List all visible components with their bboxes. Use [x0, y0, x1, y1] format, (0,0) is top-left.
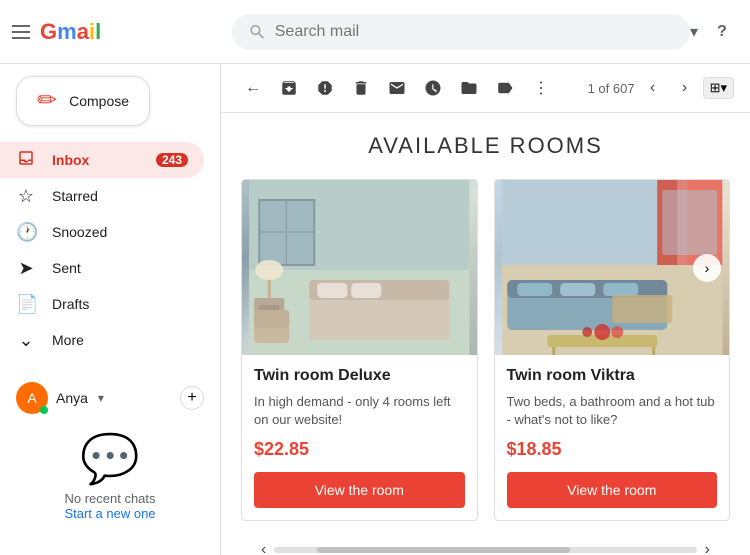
scrollbar-track[interactable] — [274, 547, 696, 553]
search-dropdown-icon[interactable]: ▾ — [690, 22, 698, 42]
more-icon: ⌄ — [16, 330, 36, 351]
rooms-grid: Twin room Deluxe In high demand - only 4… — [241, 179, 730, 521]
sent-label: Sent — [52, 260, 188, 276]
search-input[interactable] — [275, 23, 674, 41]
room-name-1: Twin room Deluxe — [254, 367, 465, 385]
report-button[interactable] — [309, 72, 341, 104]
inbox-badge: 243 — [156, 153, 188, 167]
sidebar-item-starred[interactable]: ☆ Starred — [0, 178, 204, 214]
room-card-1: Twin room Deluxe In high demand - only 4… — [241, 179, 478, 521]
star-icon: ☆ — [16, 186, 36, 207]
compose-plus-icon: ✏ — [37, 89, 57, 113]
sidebar-item-snoozed[interactable]: 🕐 Snoozed — [0, 214, 204, 250]
topbar-left: Gmail — [12, 19, 232, 45]
room-desc-1: In high demand - only 4 rooms left on ou… — [254, 393, 465, 429]
archive-button[interactable] — [273, 72, 305, 104]
room-info-1: Twin room Deluxe In high demand - only 4… — [242, 355, 477, 520]
scroll-right-button[interactable]: › — [705, 541, 710, 555]
start-new-chat-link[interactable]: Start a new one — [16, 506, 204, 521]
scrollbar-section: ‹ › — [241, 541, 730, 555]
topbar-right: ▾ ? — [690, 16, 738, 48]
sidebar-item-sent[interactable]: ➤ Sent — [0, 250, 204, 286]
scroll-left-button[interactable]: ‹ — [261, 541, 266, 555]
back-button[interactable]: ← — [237, 72, 269, 104]
starred-label: Starred — [52, 188, 188, 204]
next-page-button[interactable]: › — [671, 74, 699, 102]
sidebar: ✏ Compose Inbox 243 ☆ Starred 🕐 Snoozed … — [0, 64, 220, 555]
help-button[interactable]: ? — [706, 16, 738, 48]
avatar-section: A Anya ▾ + — [0, 374, 220, 422]
inbox-label: Inbox — [52, 152, 140, 168]
drafts-label: Drafts — [52, 296, 188, 312]
room-image-1 — [242, 180, 477, 355]
snoozed-label: Snoozed — [52, 224, 188, 240]
room-photo-1 — [242, 180, 477, 355]
compose-button[interactable]: ✏ Compose — [16, 76, 150, 126]
view-room-button-2[interactable]: View the room — [507, 472, 718, 508]
send-icon: ➤ — [16, 258, 36, 279]
pagination: 1 of 607 ‹ › ⊞▾ — [588, 74, 734, 102]
prev-page-button[interactable]: ‹ — [639, 74, 667, 102]
available-rooms-title: AVAILABLE ROOMS — [241, 133, 730, 159]
room-name-2: Twin room Viktra — [507, 367, 718, 385]
clock-icon: 🕐 — [16, 222, 36, 243]
room-next-arrow[interactable]: › — [693, 254, 721, 282]
email-body: AVAILABLE ROOMS — [221, 113, 750, 555]
topbar: Gmail ▾ ? — [0, 0, 750, 64]
sidebar-item-inbox[interactable]: Inbox 243 — [0, 142, 204, 178]
main-layout: ✏ Compose Inbox 243 ☆ Starred 🕐 Snoozed … — [0, 64, 750, 555]
view-room-button-1[interactable]: View the room — [254, 472, 465, 508]
more-actions-button[interactable]: ⋮ — [525, 72, 557, 104]
avatar-name: Anya — [56, 390, 88, 406]
email-toolbar: ← ⋮ 1 of 60 — [221, 64, 750, 113]
avatar[interactable]: A — [16, 382, 48, 414]
mark-unread-button[interactable] — [381, 72, 413, 104]
sidebar-item-drafts[interactable]: 📄 Drafts — [0, 286, 204, 322]
hamburger-menu[interactable] — [12, 25, 30, 39]
snooze-button[interactable] — [417, 72, 449, 104]
scrollbar-thumb[interactable] — [317, 547, 570, 553]
search-icon — [248, 22, 267, 42]
pagination-text: 1 of 607 — [588, 81, 635, 96]
chat-section: 💬 No recent chats Start a new one — [0, 422, 220, 529]
no-recent-chats-text: No recent chats — [16, 491, 204, 506]
drafts-icon: 📄 — [16, 294, 36, 315]
label-button[interactable] — [489, 72, 521, 104]
gmail-m-icon: Gmail — [40, 19, 101, 45]
room-desc-2: Two beds, a bathroom and a hot tub - wha… — [507, 393, 718, 429]
room-price-1: $22.85 — [254, 439, 465, 460]
room-image-2: › — [495, 180, 730, 355]
gmail-logo: Gmail — [40, 19, 101, 45]
presence-dot — [40, 406, 48, 414]
move-to-button[interactable] — [453, 72, 485, 104]
email-content: ← ⋮ 1 of 60 — [220, 64, 750, 555]
search-bar[interactable] — [232, 14, 690, 50]
inbox-icon — [16, 149, 36, 172]
more-label: More — [52, 332, 188, 348]
chat-empty-icon: 💬 — [16, 430, 204, 487]
delete-button[interactable] — [345, 72, 377, 104]
room-price-2: $18.85 — [507, 439, 718, 460]
room-info-2: Twin room Viktra Two beds, a bathroom an… — [495, 355, 730, 520]
avatar-caret-icon[interactable]: ▾ — [98, 391, 104, 405]
room-card-2: › Twin room Viktra Two beds, a bathroom … — [494, 179, 731, 521]
add-chat-button[interactable]: + — [180, 386, 204, 410]
compose-label: Compose — [69, 93, 129, 109]
sidebar-item-more[interactable]: ⌄ More — [0, 322, 204, 358]
view-toggle-button[interactable]: ⊞▾ — [703, 77, 734, 99]
